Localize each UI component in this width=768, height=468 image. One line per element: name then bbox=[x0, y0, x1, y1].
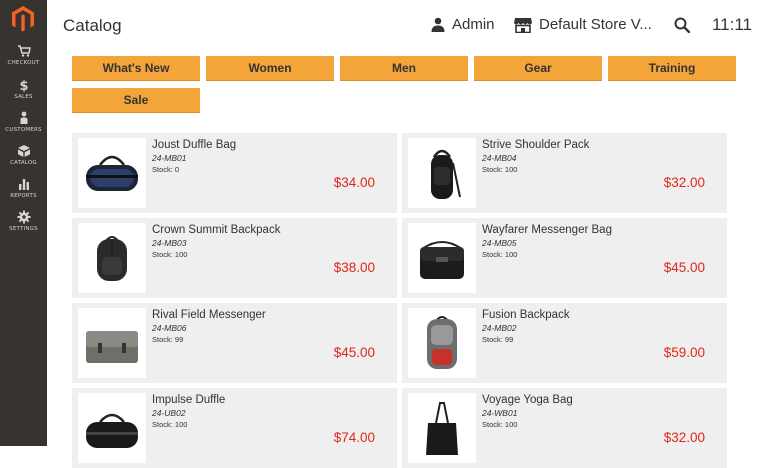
sidebar-item-catalog[interactable]: CATALOG bbox=[0, 144, 47, 176]
product-image bbox=[408, 393, 476, 463]
product-price: $32.00 bbox=[663, 175, 705, 190]
clock: 11:11 bbox=[711, 15, 752, 34]
messenger-bag-image bbox=[420, 241, 464, 279]
store-selector[interactable]: Default Store V... bbox=[514, 16, 652, 33]
category-men-button[interactable]: Men bbox=[340, 56, 468, 81]
product-stock: Stock: 100 bbox=[482, 165, 518, 174]
product-name: Voyage Yoga Bag bbox=[482, 394, 573, 406]
product-image bbox=[78, 308, 146, 378]
product-name: Wayfarer Messenger Bag bbox=[482, 224, 612, 236]
field-messenger-image bbox=[86, 331, 138, 363]
sidebar-item-label: SETTINGS bbox=[9, 226, 38, 232]
product-stock: Stock: 100 bbox=[482, 250, 518, 259]
duffle-bag-image bbox=[86, 155, 138, 191]
sidebar-item-checkout[interactable]: CHECKOUT bbox=[0, 44, 47, 76]
product-price: $32.00 bbox=[663, 430, 705, 445]
product-sku: 24-MB03 bbox=[152, 238, 187, 248]
product-card[interactable]: Voyage Yoga Bag 24-WB01 Stock: 100 $32.0… bbox=[402, 388, 727, 468]
product-price: $38.00 bbox=[333, 260, 375, 275]
customer-icon bbox=[20, 111, 27, 124]
store-name: Default Store V... bbox=[539, 16, 652, 33]
product-sku: 24-MB04 bbox=[482, 153, 517, 163]
product-image bbox=[78, 138, 146, 208]
yoga-bag-image bbox=[426, 402, 458, 455]
product-image bbox=[408, 308, 476, 378]
product-image bbox=[78, 223, 146, 293]
product-stock: Stock: 0 bbox=[152, 165, 180, 174]
product-stock: Stock: 100 bbox=[152, 420, 188, 429]
product-image bbox=[78, 393, 146, 463]
store-icon bbox=[514, 17, 532, 33]
product-price: $59.00 bbox=[663, 345, 705, 360]
category-sale-button[interactable]: Sale bbox=[72, 88, 200, 113]
product-stock: Stock: 100 bbox=[482, 420, 518, 429]
gear-icon bbox=[17, 210, 30, 224]
product-name: Strive Shoulder Pack bbox=[482, 139, 590, 151]
sidebar-item-sales[interactable]: $ SALES bbox=[0, 78, 47, 110]
sidebar-item-customers[interactable]: CUSTOMERS bbox=[0, 111, 47, 143]
magento-logo-icon[interactable] bbox=[12, 6, 34, 32]
catalog-icon bbox=[17, 145, 30, 157]
user-icon bbox=[431, 17, 445, 32]
user-name: Admin bbox=[452, 16, 495, 33]
sidebar-item-label: CUSTOMERS bbox=[5, 127, 42, 133]
reports-icon bbox=[18, 179, 29, 190]
product-card[interactable]: Crown Summit Backpack 24-MB03 Stock: 100… bbox=[72, 218, 397, 298]
sidebar-item-settings[interactable]: SETTINGS bbox=[0, 210, 47, 242]
backpack-image bbox=[97, 236, 127, 281]
sidebar: CHECKOUT $ SALES CUSTOMERS CATALOG REPOR… bbox=[0, 0, 47, 446]
sidebar-item-label: REPORTS bbox=[10, 193, 37, 199]
product-image bbox=[408, 223, 476, 293]
product-stock: Stock: 100 bbox=[152, 250, 188, 259]
product-card[interactable]: Rival Field Messenger 24-MB06 Stock: 99 … bbox=[72, 303, 397, 383]
product-price: $45.00 bbox=[333, 345, 375, 360]
sidebar-item-label: CATALOG bbox=[10, 160, 37, 166]
product-stock: Stock: 99 bbox=[152, 335, 184, 344]
sidebar-item-reports[interactable]: REPORTS bbox=[0, 177, 47, 209]
category-whats-new-button[interactable]: What's New bbox=[72, 56, 200, 81]
search-icon[interactable] bbox=[674, 17, 690, 33]
product-name: Crown Summit Backpack bbox=[152, 224, 281, 236]
product-sku: 24-WB01 bbox=[482, 408, 518, 418]
product-sku: 24-MB01 bbox=[152, 153, 187, 163]
svg-text:$: $ bbox=[19, 79, 28, 92]
product-card[interactable]: Wayfarer Messenger Bag 24-MB05 Stock: 10… bbox=[402, 218, 727, 298]
product-stock: Stock: 99 bbox=[482, 335, 514, 344]
product-name: Rival Field Messenger bbox=[152, 309, 266, 321]
product-name: Joust Duffle Bag bbox=[152, 139, 237, 151]
product-price: $45.00 bbox=[663, 260, 705, 275]
sidebar-item-label: CHECKOUT bbox=[7, 60, 40, 66]
product-price: $74.00 bbox=[333, 430, 375, 445]
product-sku: 24-MB06 bbox=[152, 323, 187, 333]
dollar-icon: $ bbox=[19, 79, 28, 92]
cart-icon bbox=[17, 45, 31, 57]
category-gear-button[interactable]: Gear bbox=[474, 56, 602, 81]
product-price: $34.00 bbox=[333, 175, 375, 190]
page-title: Catalog bbox=[63, 16, 122, 35]
fusion-backpack-image bbox=[427, 316, 457, 369]
product-name: Impulse Duffle bbox=[152, 394, 226, 406]
impulse-duffle-image bbox=[86, 413, 138, 448]
product-card[interactable]: Joust Duffle Bag 24-MB01 Stock: 0 $34.00 bbox=[72, 133, 397, 213]
product-name: Fusion Backpack bbox=[482, 309, 570, 321]
shoulder-pack-image bbox=[431, 149, 461, 199]
sidebar-item-label: SALES bbox=[14, 94, 33, 100]
user-menu[interactable]: Admin bbox=[431, 16, 495, 33]
category-women-button[interactable]: Women bbox=[206, 56, 334, 81]
product-card[interactable]: Fusion Backpack 24-MB02 Stock: 99 $59.00 bbox=[402, 303, 727, 383]
product-card[interactable]: Impulse Duffle 24-UB02 Stock: 100 $74.00 bbox=[72, 388, 397, 468]
top-header: Catalog Admin Default Store V... 11:11 bbox=[47, 0, 768, 52]
product-sku: 24-MB05 bbox=[482, 238, 517, 248]
product-card[interactable]: Strive Shoulder Pack 24-MB04 Stock: 100 … bbox=[402, 133, 727, 213]
product-sku: 24-UB02 bbox=[152, 408, 186, 418]
category-training-button[interactable]: Training bbox=[608, 56, 736, 81]
product-sku: 24-MB02 bbox=[482, 323, 517, 333]
product-image bbox=[408, 138, 476, 208]
